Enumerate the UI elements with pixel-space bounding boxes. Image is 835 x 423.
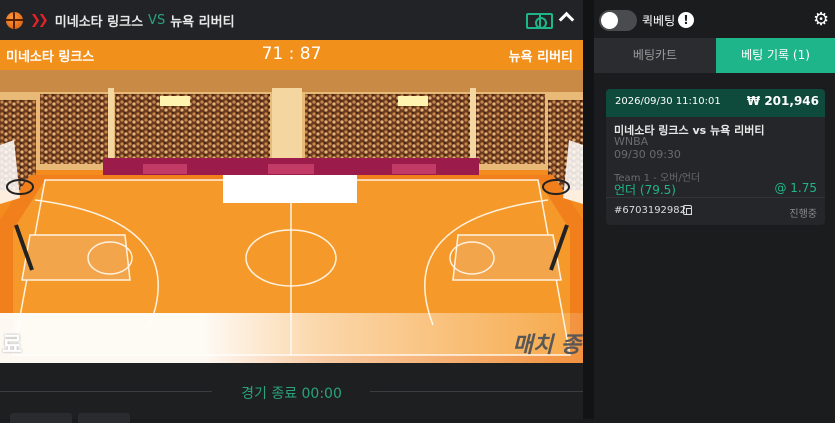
field-view-icon[interactable] — [526, 13, 553, 29]
basketball-icon — [6, 11, 23, 29]
header-vs: VS — [148, 12, 166, 28]
quick-bet-label: 퀵베팅 — [642, 14, 676, 28]
bet-status: 진행중 — [789, 209, 817, 220]
tab-bet-history[interactable]: 베팅 기록 (1) — [716, 38, 835, 73]
market-tab-stub[interactable] — [10, 413, 72, 423]
bet-league: WNBA — [614, 135, 649, 148]
bet-start-time: 09/30 09:30 — [614, 148, 681, 161]
bet-sidebar: 퀵베팅 ! ⚙ 베팅카트 베팅 기록 (1) 2026/09/30 11:10:… — [594, 0, 835, 419]
match-header: ❯❯ 미네소타 링크스 VS 뉴욕 리버티 — [0, 0, 583, 40]
game-status-row: 경기 종료 00:00 — [0, 363, 583, 423]
gear-icon[interactable]: ⚙ — [813, 11, 829, 29]
panel-divider — [583, 0, 594, 419]
card-divider — [606, 197, 825, 198]
info-icon[interactable]: ! — [678, 12, 694, 28]
bet-pick: 언더 (79.5) — [614, 183, 676, 197]
market-tab-stub[interactable] — [78, 413, 130, 423]
banner-left-text: 료 — [2, 333, 23, 358]
bet-odds: @ 1.75 — [774, 181, 817, 195]
quick-bet-row: 퀵베팅 ! ⚙ — [594, 0, 835, 40]
header-home-team: 미네소타 링크스 — [54, 14, 144, 30]
banner-text: 매치 종 — [512, 333, 581, 358]
bet-record-card[interactable]: 2026/09/30 11:10:01 ₩ 201,946 미네소타 링크스 v… — [606, 89, 825, 225]
bet-amount: ₩ 201,946 — [746, 94, 819, 108]
tab-bet-cart[interactable]: 베팅카트 — [594, 38, 716, 73]
chevron-up-icon[interactable] — [558, 11, 575, 28]
header-away-team: 뉴욕 리버티 — [170, 14, 235, 30]
court-visualization: 료 매치 종 — [0, 70, 583, 363]
bet-datetime: 2026/09/30 11:10:01 — [615, 96, 721, 107]
scoreboard: 미네소타 링크스 71 : 87 뉴욕 리버티 — [0, 40, 583, 70]
double-chevron-icon: ❯❯ — [30, 12, 49, 28]
divider-line — [370, 391, 583, 392]
copy-icon[interactable] — [683, 205, 692, 215]
match-end-banner — [0, 313, 583, 363]
bet-ticket-id: #6703192982 — [614, 205, 687, 216]
quick-bet-toggle[interactable] — [599, 10, 637, 31]
scoreboard-away-team: 뉴욕 리버티 — [508, 50, 573, 65]
game-status: 경기 종료 00:00 — [241, 386, 342, 402]
match-panel: ❯❯ 미네소타 링크스 VS 뉴욕 리버티 미네소타 링크스 71 : 87 뉴… — [0, 0, 583, 423]
scoreboard-score: 71 : 87 — [261, 44, 322, 64]
bet-card-header: 2026/09/30 11:10:01 ₩ 201,946 — [606, 89, 825, 117]
bet-tabs: 베팅카트 베팅 기록 (1) — [594, 38, 835, 73]
